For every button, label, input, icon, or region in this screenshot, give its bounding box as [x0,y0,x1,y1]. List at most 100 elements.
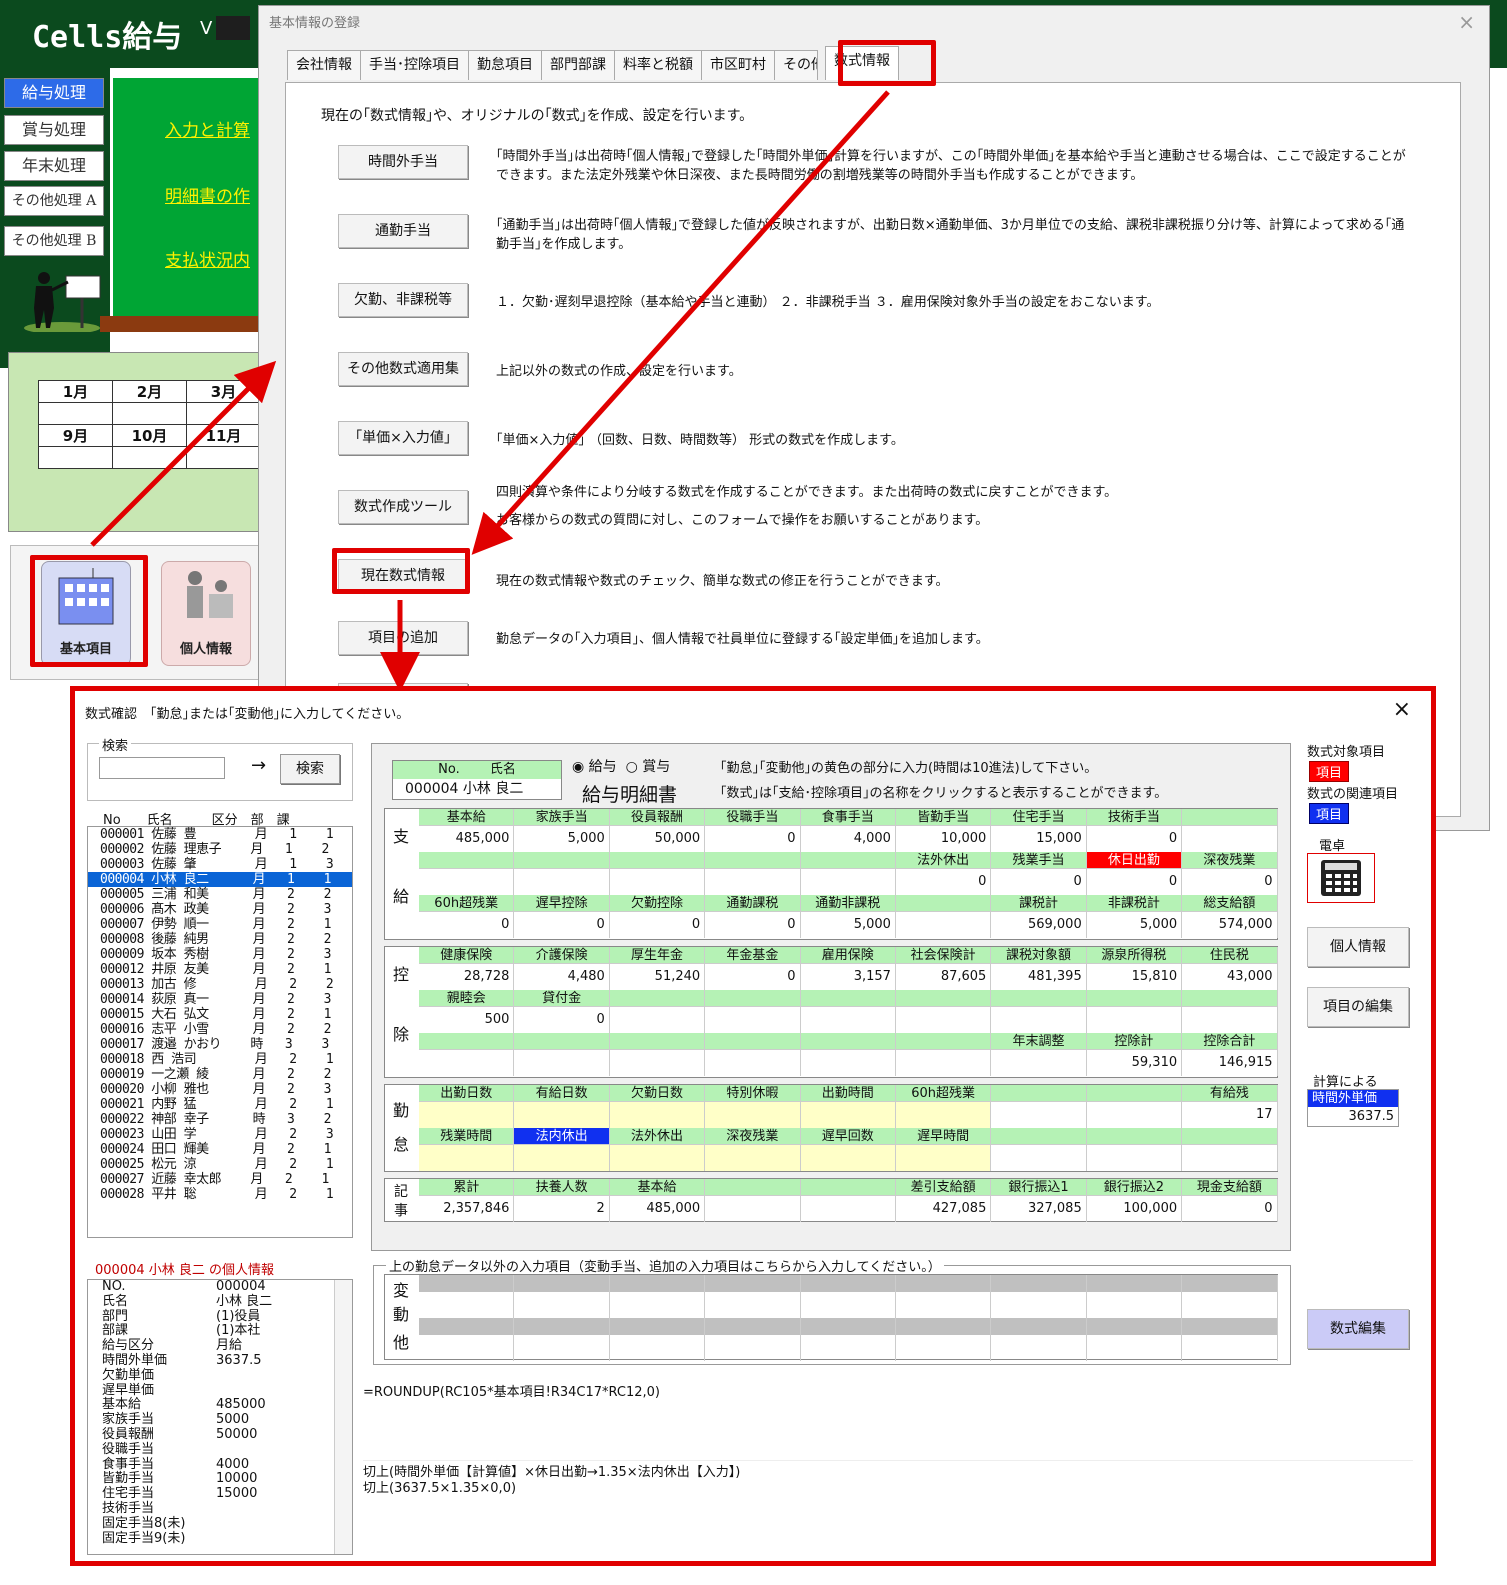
variable-input-cell[interactable] [705,1275,801,1318]
slip-cell-label[interactable]: 社会保険計 [895,947,991,964]
employee-row[interactable]: 000006 髙木 政美 月 2 3 [88,902,352,917]
employee-row[interactable]: 000004 小林 良二 月 1 1 [88,872,352,887]
slip-cell[interactable]: 残業時間 [419,1128,515,1171]
variable-input-cell[interactable] [991,1275,1087,1318]
slip-cell[interactable]: 通勤非課税 5,000 [800,895,896,938]
slip-cell-value[interactable] [991,1102,1085,1128]
slip-cell-label[interactable] [1182,990,1277,1007]
slip-cell[interactable]: 食事手当 4,000 [800,809,896,852]
slip-cell-label[interactable]: 家族手当 [514,809,609,826]
slip-cell[interactable]: 技術手当 0 [1086,809,1183,852]
slip-cell[interactable]: 扶養人数 2 [514,1179,610,1222]
slip-cell-label[interactable]: 累計 [419,1179,514,1196]
slip-cell-label[interactable]: 深夜残業 [1182,852,1277,869]
slip-cell-label[interactable]: 通勤非課税 [800,895,895,912]
employee-row[interactable]: 000009 坂本 秀樹 月 2 3 [88,947,352,962]
slip-cell[interactable] [705,852,801,895]
slip-cell[interactable]: 有給日数 [514,1085,610,1128]
slip-cell-label[interactable]: 基本給 [609,1179,705,1196]
variable-input-value[interactable] [1087,1335,1181,1361]
slip-cell[interactable]: 遅早控除 0 [514,895,610,938]
slip-cell-value[interactable] [419,1145,514,1171]
slip-cell-label[interactable]: 課税計 [991,895,1086,912]
slip-cell-value[interactable] [1087,1145,1181,1171]
slip-cell-label[interactable]: 欠勤控除 [609,895,705,912]
slip-cell-label[interactable] [800,1179,895,1196]
employee-row[interactable]: 000008 後藤 純男 月 2 2 [88,932,352,947]
slip-cell[interactable]: 銀行振込2 100,000 [1086,1179,1183,1222]
slip-cell[interactable]: 深夜残業 [705,1128,801,1171]
employee-row[interactable]: 000014 荻原 真一 月 2 3 [88,992,352,1007]
slip-cell-label[interactable] [705,1033,800,1050]
slip-cell-label[interactable] [1182,809,1277,826]
slip-cell-value[interactable] [895,1102,991,1128]
slip-cell-label[interactable]: 厚生年金 [609,947,705,964]
slip-cell-label[interactable]: 控除合計 [1182,1033,1277,1050]
slip-cell[interactable]: 差引支給額 427,085 [895,1179,992,1222]
slip-cell[interactable] [514,1033,610,1076]
slip-cell[interactable] [895,895,992,938]
slip-cell-label[interactable]: 欠勤日数 [609,1085,705,1102]
slip-cell[interactable]: 厚生年金 51,240 [609,947,706,990]
variable-input-value[interactable] [705,1335,799,1361]
variable-input-cell[interactable] [609,1275,706,1318]
slip-cell-label[interactable]: 有給日数 [514,1085,609,1102]
radio-bonus-icon[interactable]: ○ [626,759,638,775]
slip-cell-label[interactable]: 役職手当 [705,809,800,826]
slip-cell-value[interactable] [1087,1102,1181,1128]
slip-cell[interactable] [1182,1128,1278,1171]
slip-cell[interactable] [705,990,801,1033]
slip-cell[interactable] [800,1179,896,1222]
slip-cell[interactable] [514,852,610,895]
slip-cell[interactable]: 現金支給額 0 [1182,1179,1278,1222]
variable-input-value[interactable] [610,1335,704,1361]
employee-row[interactable]: 000003 佐藤 肇 月 1 3 [88,857,352,872]
employee-row[interactable]: 000023 山田 学 月 2 3 [88,1127,352,1142]
slip-cell[interactable]: 有給残 17 [1182,1085,1278,1128]
slip-cell-label[interactable]: 雇用保険 [800,947,895,964]
slip-cell-label[interactable]: 有給残 [1182,1085,1277,1102]
slip-cell[interactable]: 銀行振込1 327,085 [991,1179,1087,1222]
slip-cell[interactable] [609,990,706,1033]
variable-input-cell[interactable] [991,1318,1087,1361]
variable-input-value[interactable] [896,1335,990,1361]
slip-cell-label[interactable] [1086,1085,1182,1102]
employee-list[interactable]: 000001 佐藤 豊 月 1 1 000002 佐藤 理恵子 月 1 2 0000… [87,826,353,1238]
slip-cell-label[interactable] [895,990,991,1007]
slip-cell[interactable] [800,852,896,895]
slip-cell[interactable]: 欠勤控除 0 [609,895,706,938]
variable-input-value[interactable] [514,1292,608,1318]
slip-cell[interactable]: 控除合計 146,915 [1182,1033,1278,1076]
slip-cell-label[interactable] [991,990,1086,1007]
slip-cell[interactable]: 遅早回数 [800,1128,896,1171]
slip-cell-label[interactable]: 健康保険 [419,947,514,964]
slip-cell-value[interactable] [609,1102,705,1128]
variable-input-value[interactable] [419,1292,513,1318]
slip-cell-label[interactable] [419,1033,514,1050]
slip-cell[interactable] [1086,990,1183,1033]
slip-cell-label[interactable]: 現金支給額 [1182,1179,1277,1196]
slip-cell[interactable] [419,1033,515,1076]
slip-cell-label[interactable]: 遅早回数 [800,1128,895,1145]
search-button[interactable]: 検索 [280,754,340,784]
radio-salary-icon[interactable]: ◉ [572,759,584,775]
slip-cell-label[interactable]: 課税対象額 [991,947,1086,964]
slip-cell[interactable]: 残業手当 0 [991,852,1087,895]
employee-row[interactable]: 000021 内野 猛 月 2 1 [88,1097,352,1112]
slip-cell-label[interactable]: 皆勤手当 [895,809,991,826]
variable-input-cell[interactable] [514,1318,610,1361]
slip-cell[interactable]: 欠勤日数 [609,1085,706,1128]
scrollbar[interactable] [334,1280,352,1554]
slip-cell[interactable]: 貸付金 0 [514,990,610,1033]
slip-cell-label[interactable]: 銀行振込2 [1086,1179,1182,1196]
slip-cell-label[interactable]: 残業時間 [419,1128,514,1145]
slip-cell[interactable]: 非課税計 5,000 [1086,895,1183,938]
slip-cell[interactable]: 基本給 485,000 [419,809,515,852]
slip-cell-label[interactable] [609,1033,705,1050]
slip-cell[interactable]: 出勤時間 [800,1085,896,1128]
slip-cell[interactable]: 年金基金 0 [705,947,801,990]
slip-cell[interactable]: 60h超残業 0 [419,895,515,938]
variable-input-cell[interactable] [800,1318,896,1361]
variable-input-value[interactable] [991,1335,1085,1361]
variable-input-cell[interactable] [895,1275,992,1318]
